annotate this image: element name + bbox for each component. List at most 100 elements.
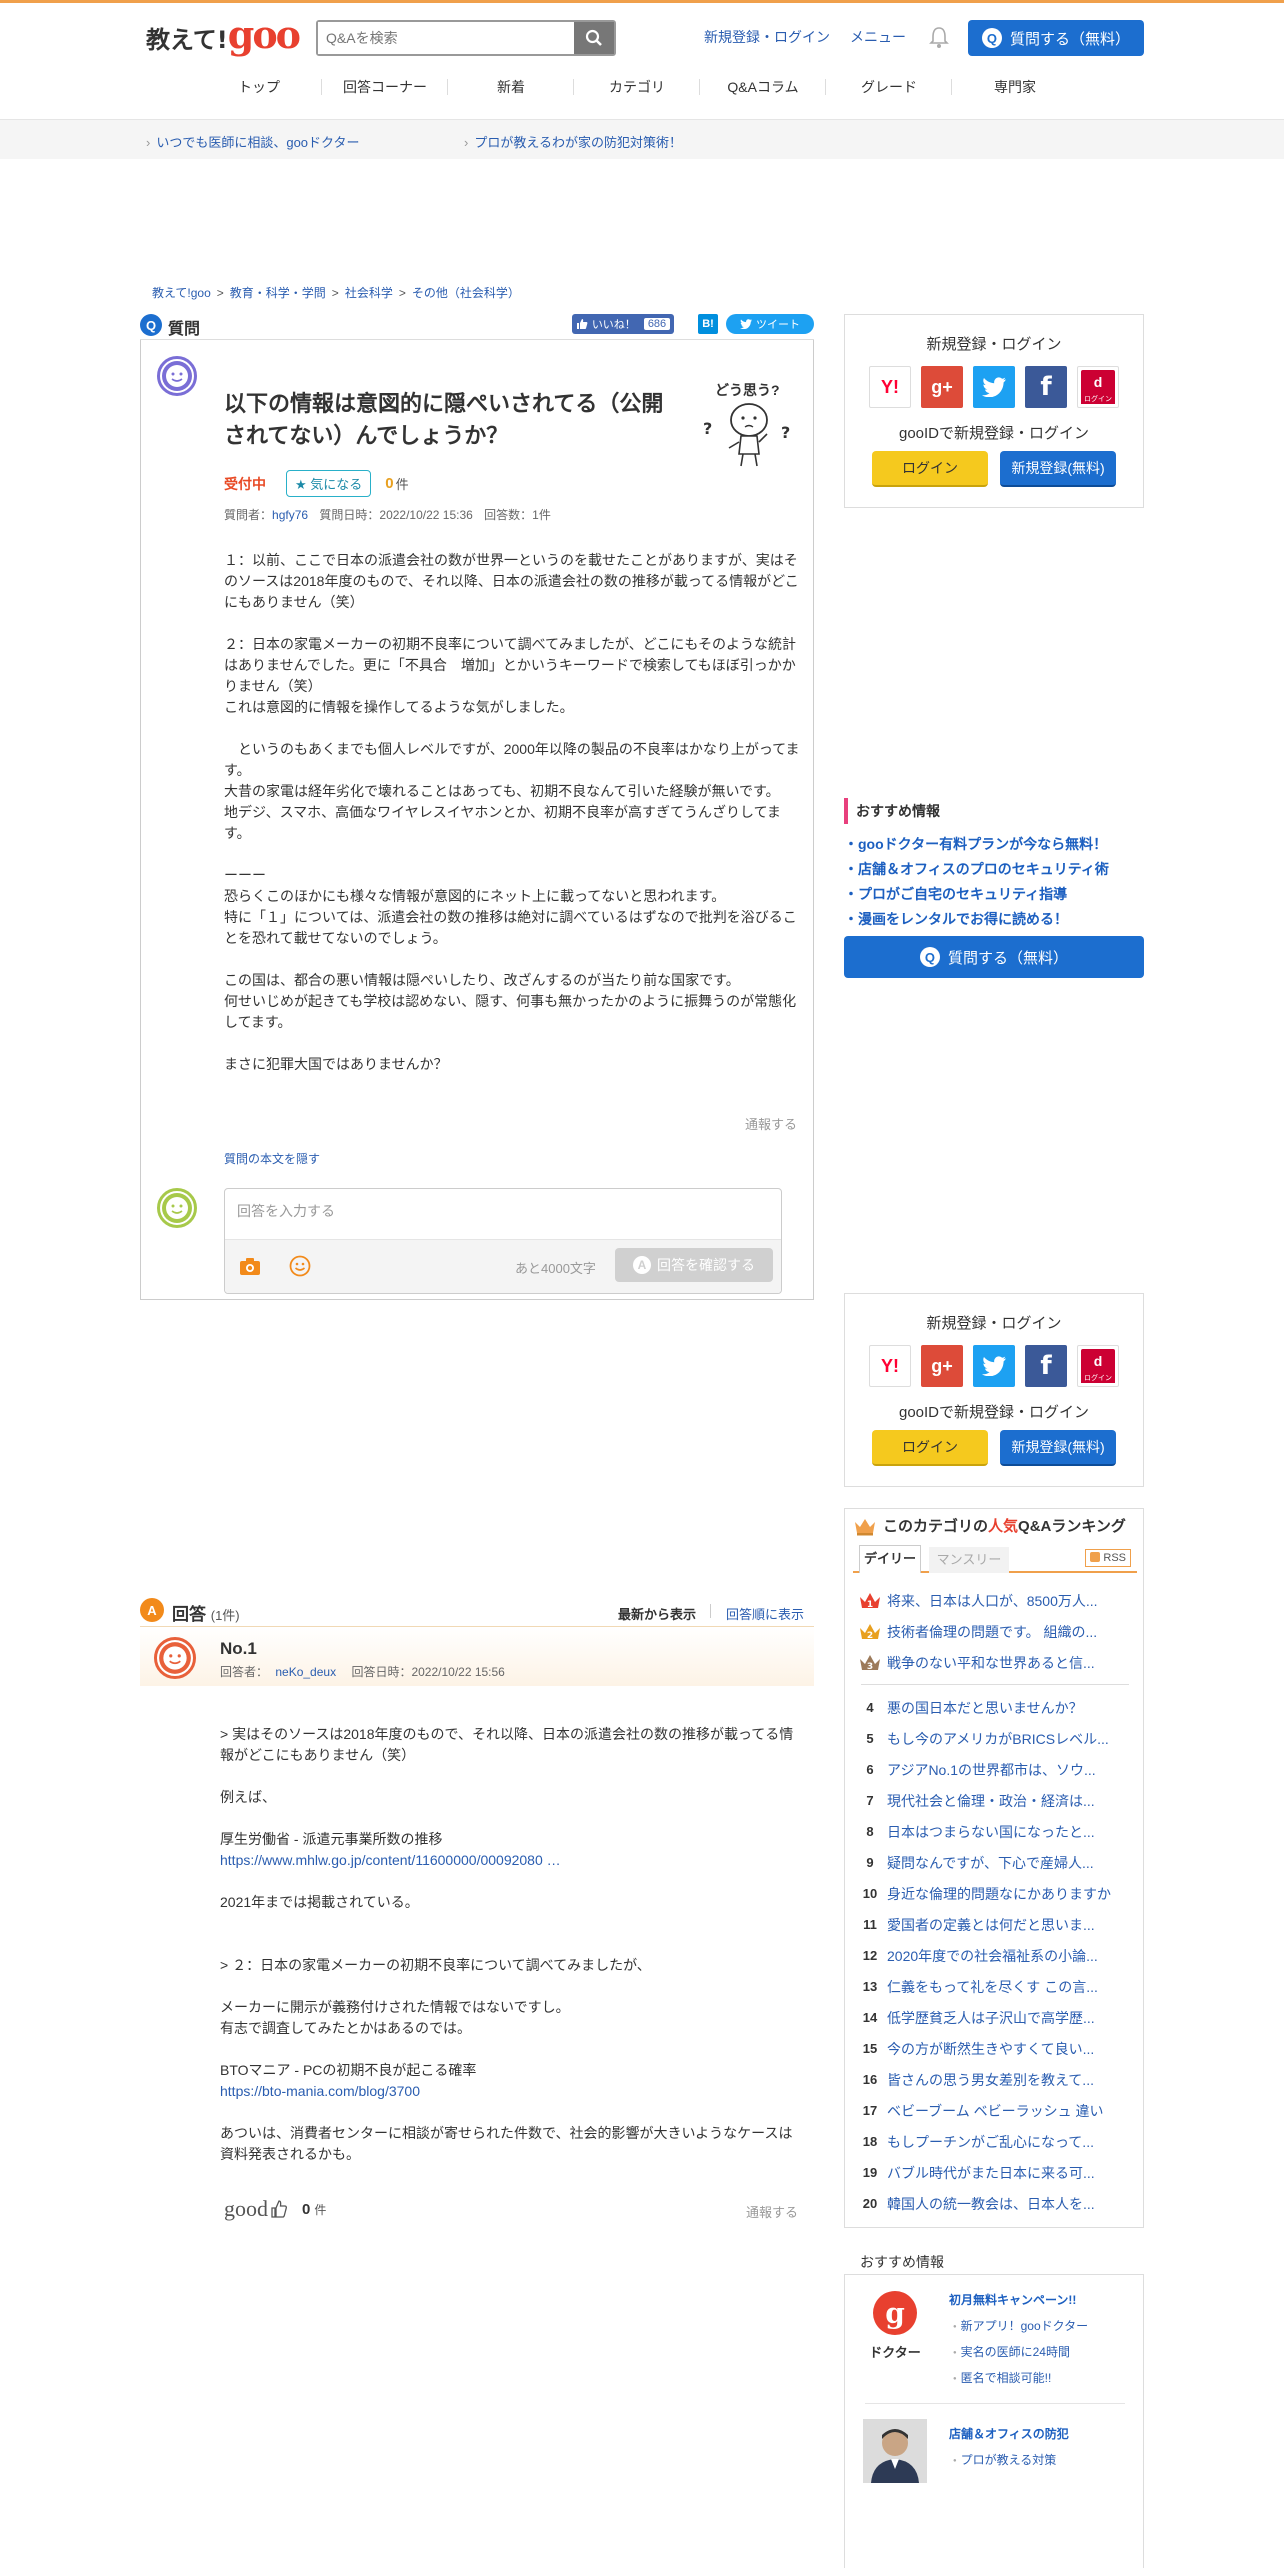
- ranking-item-1[interactable]: 1 将来、日本は人口が、8500万人...: [853, 1585, 1137, 1616]
- facebook-icon[interactable]: f: [1025, 366, 1067, 408]
- goo-logo[interactable]: 教えて! goo: [146, 16, 301, 57]
- breadcrumb-item[interactable]: 社会科学: [345, 286, 393, 300]
- rank-number: 14: [862, 2010, 878, 2025]
- search-button[interactable]: [574, 22, 614, 54]
- bell-icon[interactable]: [928, 25, 950, 49]
- kininaru-button[interactable]: ★ 気になる: [286, 470, 372, 497]
- yahoo-icon[interactable]: Y!: [869, 366, 911, 408]
- ranking-item-11[interactable]: 11 愛国者の定義とは何だと思いま...: [853, 1909, 1137, 1940]
- breadcrumb-item[interactable]: 教えて!goo: [152, 286, 211, 300]
- recommend-2-item-title[interactable]: 店舗＆オフィスの防犯: [949, 2425, 1069, 2442]
- docomo-icon[interactable]: d ログイン: [1077, 366, 1119, 408]
- docomo-sub: ログイン: [1081, 394, 1115, 404]
- security-expert-photo[interactable]: [863, 2419, 927, 2483]
- rss-link[interactable]: RSS: [1085, 1549, 1131, 1567]
- rank-crown-icon: 1: [853, 1590, 887, 1612]
- ask-question-button[interactable]: Q 質問する（無料）: [968, 20, 1144, 56]
- promo-link-security[interactable]: プロが教えるわが家の防犯対策術！: [464, 132, 682, 151]
- ranking-item-16[interactable]: 16 皆さんの思う男女差別を教えて...: [853, 2064, 1137, 2095]
- good-button[interactable]: good 0 件: [224, 2196, 326, 2222]
- ranking-item-15[interactable]: 15 今の方が断然生きやすくて良い...: [853, 2033, 1137, 2064]
- twitter-icon[interactable]: [973, 1345, 1015, 1387]
- ranking-item-19[interactable]: 19 バブル時代がまた日本に来る可...: [853, 2157, 1137, 2188]
- menu-link[interactable]: メニュー: [850, 27, 906, 47]
- answer-link-bto[interactable]: https://bto-mania.com/blog/3700: [220, 2083, 420, 2099]
- sort-order-link[interactable]: 回答順に表示: [726, 1604, 804, 1623]
- ranking-item-3[interactable]: 3 戦争のない平和な世界あると信...: [853, 1647, 1137, 1678]
- ranking-item-6[interactable]: 6 アジアNo.1の世界都市は、ソウ...: [853, 1754, 1137, 1785]
- breadcrumb-item[interactable]: 教育・科学・学問: [230, 286, 326, 300]
- ranking-item-14[interactable]: 14 低学歴貧乏人は子沢山で高学歴...: [853, 2002, 1137, 2033]
- nav-item-expert[interactable]: 専門家: [952, 63, 1078, 111]
- ranking-item-18[interactable]: 18 もしプーチンがご乱心になって...: [853, 2126, 1137, 2157]
- report-link[interactable]: 通報する: [745, 1114, 797, 1133]
- answer-input[interactable]: 回答を入力する: [237, 1201, 335, 1221]
- ranking-item-7[interactable]: 7 現代社会と倫理・政治・経済は...: [853, 1785, 1137, 1816]
- sort-divider: [710, 1604, 711, 1618]
- nav-item-new[interactable]: 新着: [448, 63, 574, 111]
- nav-item-grade[interactable]: グレード: [826, 63, 952, 111]
- nav-item-category[interactable]: カテゴリ: [574, 63, 700, 111]
- emoji-icon[interactable]: [289, 1255, 311, 1277]
- hide-question-link[interactable]: 質問の本文を隠す: [224, 1150, 320, 1167]
- tab-daily[interactable]: デイリー: [859, 1545, 921, 1573]
- recommend-2-sub[interactable]: 新アプリ！gooドクター: [953, 2317, 1089, 2334]
- recommend-item[interactable]: ・プロがご自宅のセキュリティ指導: [844, 882, 1144, 907]
- nav-item-qa-column[interactable]: Q&Aコラム: [700, 63, 826, 111]
- answers-label: 回答 (1件): [172, 1600, 240, 1625]
- promo-link-doctor[interactable]: いつでも医師に相談、gooドクター: [146, 132, 359, 151]
- tweet-button[interactable]: ツイート: [726, 314, 814, 334]
- answerer-avatar[interactable]: [154, 1637, 196, 1679]
- ranking-item-12[interactable]: 12 2020年度での社会福祉系の小論...: [853, 1940, 1137, 1971]
- ranking-item-9[interactable]: 9 疑問なんですが、下心で産婦人...: [853, 1847, 1137, 1878]
- crown-icon: [855, 1518, 875, 1535]
- google-plus-icon[interactable]: g+: [921, 366, 963, 408]
- ranking-item-13[interactable]: 13 仁義をもって礼を尽くす この言...: [853, 1971, 1137, 2002]
- register-button[interactable]: 新規登録(無料): [1000, 451, 1116, 487]
- login-button[interactable]: ログイン: [872, 451, 988, 487]
- search-input[interactable]: [318, 22, 574, 54]
- login-button[interactable]: ログイン: [872, 1430, 988, 1466]
- recommend-2-sub[interactable]: プロが教える対策: [953, 2451, 1057, 2468]
- login-link[interactable]: 新規登録・ログイン: [704, 27, 830, 47]
- ranking-item-4[interactable]: 4 悪の国日本だと思いませんか？: [853, 1692, 1137, 1723]
- ranking-item-17[interactable]: 17 ベビーブーム ベビーラッシュ 違い: [853, 2095, 1137, 2126]
- facebook-like-button[interactable]: いいね！ 686: [572, 314, 674, 334]
- answer-link-mhlw[interactable]: https://www.mhlw.go.jp/content/11600000/…: [220, 1852, 561, 1868]
- hatena-bookmark-button[interactable]: B!: [698, 314, 718, 334]
- breadcrumb-item[interactable]: その他（社会科学）: [412, 286, 520, 300]
- ranking-item-5[interactable]: 5 もし今のアメリカがBRICSレベル...: [853, 1723, 1137, 1754]
- ranking-item-10[interactable]: 10 身近な倫理的問題なにかありますか: [853, 1878, 1137, 1909]
- answerer-link[interactable]: neKo_deux: [275, 1665, 336, 1679]
- recommend-2-sub[interactable]: 匿名で相談可能!!: [953, 2369, 1052, 2386]
- tab-monthly[interactable]: マンスリー: [929, 1547, 1009, 1573]
- recommend-item[interactable]: ・漫画をレンタルでお得に読める！: [844, 907, 1144, 932]
- nav-item-answer-corner[interactable]: 回答コーナー: [322, 63, 448, 111]
- answer-report-link[interactable]: 通報する: [746, 2202, 798, 2221]
- twitter-icon[interactable]: [973, 366, 1015, 408]
- ranking-item-8[interactable]: 8 日本はつまらない国になったと...: [853, 1816, 1137, 1847]
- thumbs-up-icon: [576, 319, 588, 329]
- facebook-icon[interactable]: f: [1025, 1345, 1067, 1387]
- asker-avatar[interactable]: [157, 356, 197, 396]
- google-plus-icon[interactable]: g+: [921, 1345, 963, 1387]
- docomo-icon[interactable]: d ログイン: [1077, 1345, 1119, 1387]
- sort-latest-link[interactable]: 最新から表示: [618, 1604, 696, 1623]
- asker-link[interactable]: hgfy76: [272, 508, 308, 522]
- ranking-item-20[interactable]: 20 韓国人の統一教会は、日本人を...: [853, 2188, 1137, 2219]
- recommend-2-sub[interactable]: 実名の医師に24時間: [953, 2343, 1070, 2360]
- camera-icon[interactable]: [239, 1256, 261, 1276]
- ranking-item-2[interactable]: 2 技術者倫理の問題です。 組織の...: [853, 1616, 1137, 1647]
- goo-doctor-logo[interactable]: g ドクター: [863, 2289, 927, 2360]
- recommend-item[interactable]: ・gooドクター有料プランが今なら無料！: [844, 832, 1144, 857]
- sidebar-login-box: 新規登録・ログイン Y! g+ f d ログイン gooIDで新規登録・ログイン…: [844, 314, 1144, 508]
- doomou-illustration[interactable]: どう思う? ??: [701, 380, 797, 470]
- yahoo-icon[interactable]: Y!: [869, 1345, 911, 1387]
- docomo-sub: ログイン: [1081, 1373, 1115, 1383]
- confirm-answer-button[interactable]: A 回答を確認する: [615, 1248, 773, 1282]
- recommend-item[interactable]: ・店舗＆オフィスのプロのセキュリティ術: [844, 857, 1144, 882]
- register-button[interactable]: 新規登録(無料): [1000, 1430, 1116, 1466]
- nav-item-top[interactable]: トップ: [196, 63, 322, 111]
- sidebar-ask-button[interactable]: Q 質問する（無料）: [844, 936, 1144, 978]
- recommend-2-item-title[interactable]: 初月無料キャンペーン!!: [949, 2291, 1076, 2308]
